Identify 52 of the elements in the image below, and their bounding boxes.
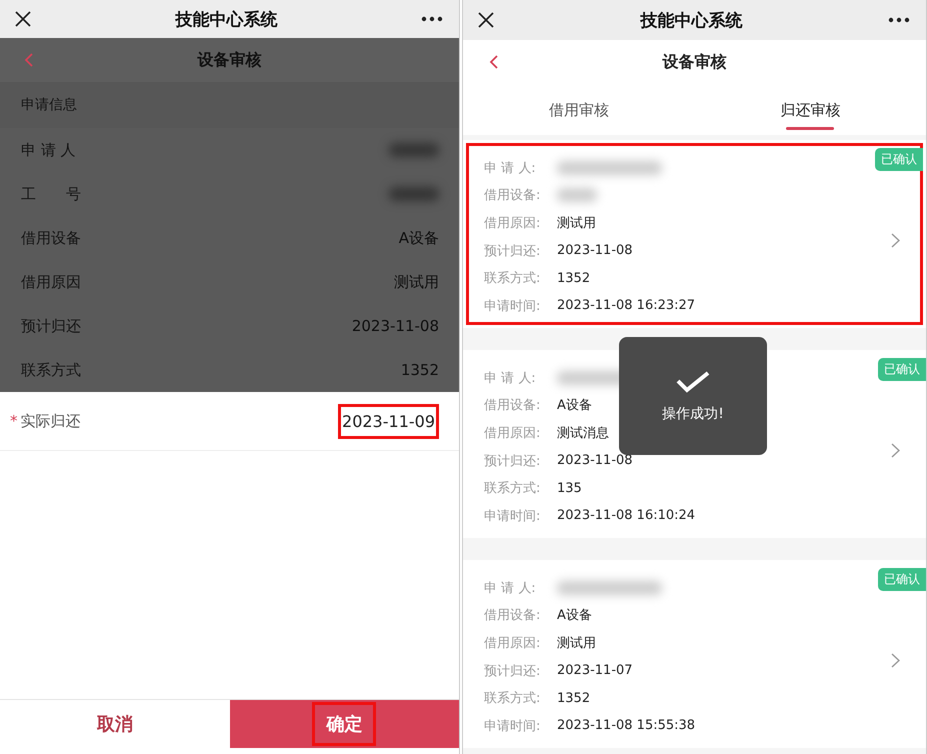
field-label: 预计归还: — [484, 452, 542, 470]
field-value: 2023-11-08 16:23:27 — [557, 298, 696, 314]
field-label: 借用设备: — [484, 187, 542, 204]
field-label: 预计归还: — [484, 242, 542, 260]
status-badge: 已确认 — [878, 358, 926, 381]
toast-message: 操作成功! — [662, 405, 724, 423]
field-value: A设备 — [557, 397, 592, 414]
field-label: 预计归还: — [484, 662, 542, 680]
field-value: 测试用 — [394, 272, 439, 292]
field-value: 1352 — [400, 361, 439, 379]
field-label: 联系方式: — [484, 690, 542, 708]
field-label: 申 请 人: — [484, 160, 537, 177]
field-value: 测试用 — [557, 214, 596, 232]
field-label: 申 请 人: — [484, 370, 537, 387]
page-title: 设备审核 — [198, 50, 262, 70]
field-label: 申请时间: — [484, 508, 542, 525]
field-value: A设备 — [398, 228, 439, 248]
field-value: 1352 — [557, 690, 590, 706]
field-label: 工 号 — [21, 184, 81, 204]
field-value: 135 — [557, 480, 582, 496]
field-label: 借用原因: — [484, 424, 542, 442]
field-label: 预计归还 — [21, 316, 81, 336]
field-value: 2023-11-08 — [557, 243, 633, 258]
field-label: 借用原因: — [484, 214, 542, 232]
field-label: 借用原因 — [21, 272, 81, 292]
field-label: 申请时间: — [484, 298, 542, 315]
field-value: 2023-11-08 — [557, 453, 633, 468]
field-label: 联系方式: — [484, 480, 542, 498]
field-label: 借用设备: — [484, 397, 542, 414]
field-label: 借用原因: — [484, 634, 542, 652]
field-value: 2023-11-08 16:10:24 — [557, 508, 696, 524]
app-title: 技能中心系统 — [640, 10, 742, 32]
field-label: 联系方式 — [21, 360, 81, 380]
field-label: 联系方式: — [484, 270, 542, 288]
status-badge: 已确认 — [875, 148, 923, 171]
field-value: 2023-11-08 — [352, 317, 439, 335]
field-value: A设备 — [557, 607, 592, 624]
field-label: * 实际归还 — [10, 412, 80, 430]
field-value: 测试消息 — [557, 424, 609, 442]
app-title: 技能中心系统 — [176, 8, 278, 30]
status-badge: 已确认 — [878, 568, 926, 591]
page-title: 设备审核 — [662, 52, 726, 73]
field-label: 申请时间: — [484, 718, 542, 735]
section-title: 申请信息 — [21, 96, 77, 114]
field-value: 2023-11-08 15:55:38 — [557, 718, 696, 734]
field-value: 1352 — [557, 270, 590, 286]
field-value: 2023-11-07 — [557, 663, 633, 678]
field-label: 申 请 人 — [21, 140, 76, 160]
field-value: 测试用 — [557, 634, 596, 652]
field-label: 申 请 人: — [484, 580, 537, 597]
field-label: 借用设备: — [484, 607, 542, 624]
field-label: 借用设备 — [21, 228, 81, 248]
